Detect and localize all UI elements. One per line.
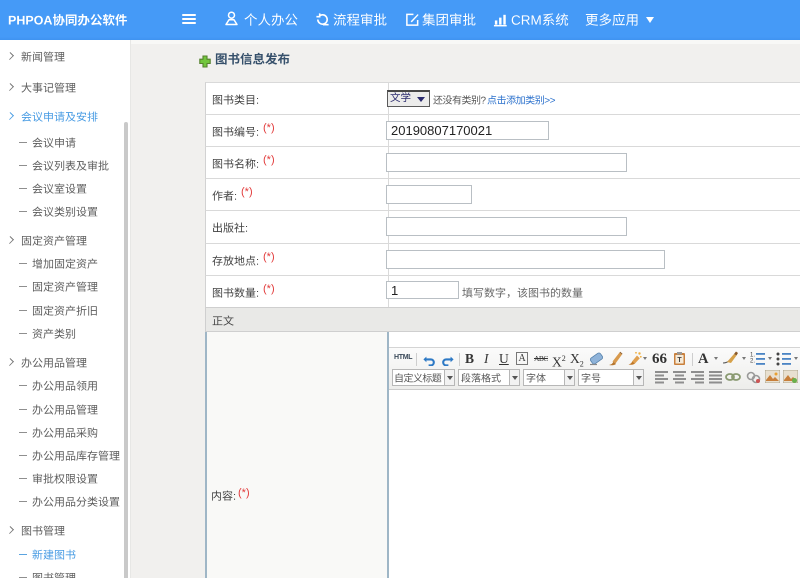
- svg-text:2.: 2.: [750, 359, 755, 365]
- svg-text:T: T: [677, 357, 682, 364]
